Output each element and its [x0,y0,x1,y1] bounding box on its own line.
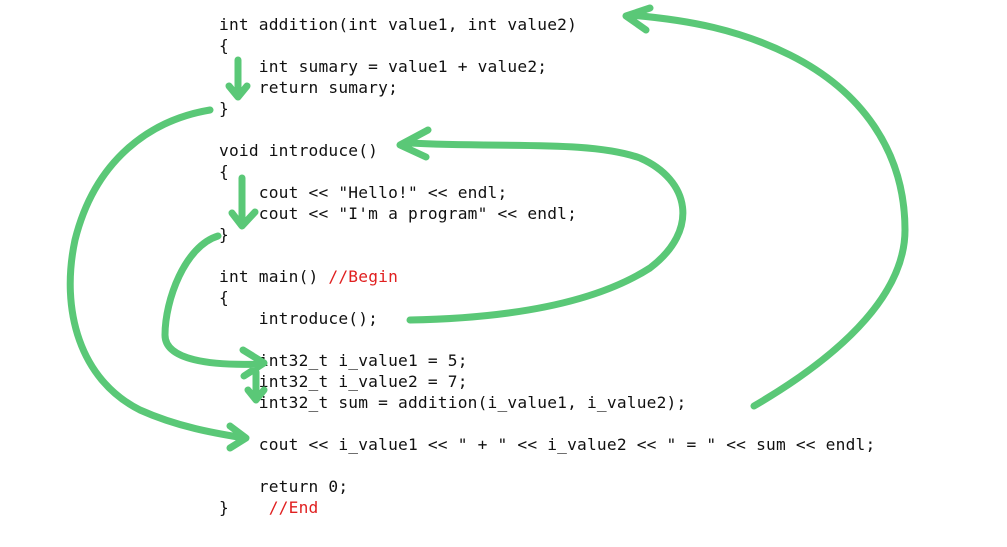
code-text: cout << "Hello!" << endl; [219,183,508,202]
code-line: cout << "Hello!" << endl; [219,182,507,203]
code-line: int addition(int value1, int value2) [219,14,577,35]
code-text: cout << i_value1 << " + " << i_value2 <<… [219,435,876,454]
code-line: } [219,98,229,119]
code-line: int sumary = value1 + value2; [219,56,547,77]
code-text: } [219,498,269,517]
code-text: return sumary; [219,78,399,97]
code-line: cout << "I'm a program" << endl; [219,203,577,224]
code-listing: int addition(int value1, int value2) { in… [0,0,1007,547]
code-line: int32_t sum = addition(i_value1, i_value… [219,392,686,413]
code-line: { [219,35,229,56]
code-line: return sumary; [219,77,398,98]
code-line: } //End [219,497,318,518]
code-text: int32_t i_value2 = 7; [219,372,468,391]
code-line: int main() //Begin [219,266,398,287]
code-text: { [219,162,229,181]
code-line: { [219,287,229,308]
code-text: int main() [219,267,329,286]
code-text: cout << "I'm a program" << endl; [219,204,578,223]
code-text: int addition(int value1, int value2) [219,15,578,34]
code-comment: //End [268,498,319,517]
code-line: { [219,161,229,182]
code-line: int32_t i_value1 = 5; [219,350,468,371]
code-text: return 0; [219,477,349,496]
code-text: void introduce() [219,141,379,160]
code-line: introduce(); [219,308,378,329]
code-text: int sumary = value1 + value2; [219,57,548,76]
code-line: return 0; [219,476,348,497]
code-text: int32_t sum = addition(i_value1, i_value… [219,393,687,412]
code-line: cout << i_value1 << " + " << i_value2 <<… [219,434,875,455]
code-line: } [219,224,229,245]
code-text: introduce(); [219,309,379,328]
code-line: void introduce() [219,140,378,161]
code-text: int32_t i_value1 = 5; [219,351,468,370]
code-line: int32_t i_value2 = 7; [219,371,468,392]
code-comment: //Begin [328,267,399,286]
code-text: { [219,36,229,55]
code-text: } [219,99,229,118]
code-text: { [219,288,229,307]
code-text: } [219,225,229,244]
